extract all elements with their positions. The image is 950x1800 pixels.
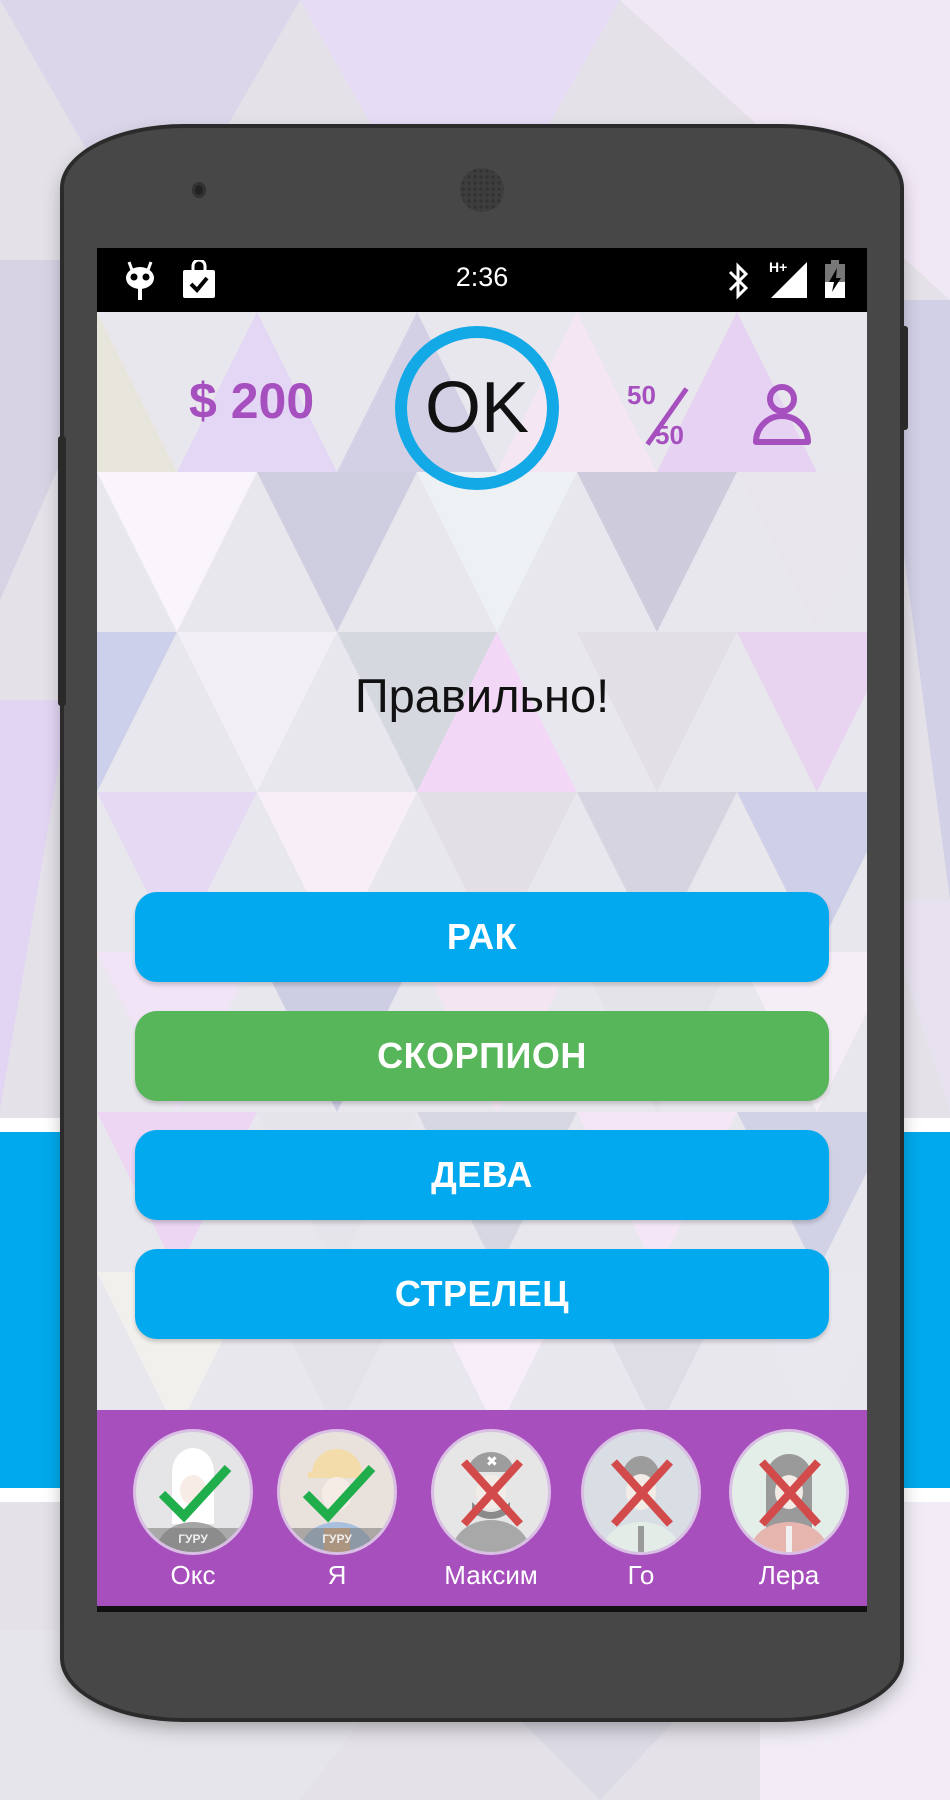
- timer-ok-button[interactable]: OK: [395, 326, 559, 490]
- check-icon: [158, 1464, 232, 1523]
- player-item[interactable]: ГУРУ Я: [277, 1432, 397, 1591]
- fifty-bottom: 50: [655, 420, 684, 450]
- power-button: [900, 326, 908, 430]
- phone-screen: 2:36 H+ $ 200 OK 50 50 Правильно! РАК СК…: [97, 248, 867, 1606]
- player-item[interactable]: Лера: [729, 1432, 849, 1591]
- clock: 2:36: [455, 262, 509, 292]
- bluetooth-icon: [727, 262, 751, 305]
- player-name: Я: [327, 1560, 347, 1590]
- volume-button: [58, 436, 66, 706]
- player-item[interactable]: ✖ Максим: [431, 1432, 551, 1591]
- svg-text:H+: H+: [769, 259, 787, 275]
- players-bar: ГУРУ Окс ГУРУ Я ✖ Максим Го Лера: [97, 1410, 867, 1606]
- avatar: ГУРУ: [280, 1432, 394, 1552]
- front-camera: [192, 182, 206, 198]
- player-item[interactable]: Го: [581, 1432, 701, 1591]
- player-name: Максим: [444, 1560, 538, 1590]
- avatar: [584, 1432, 698, 1552]
- answer-button-1[interactable]: РАК: [135, 892, 829, 982]
- cross-icon: [461, 1459, 523, 1527]
- check-icon: [302, 1464, 376, 1523]
- prize-amount: $ 200: [189, 373, 315, 429]
- player-item[interactable]: ГУРУ Окс: [133, 1432, 253, 1591]
- timer-label: OK: [424, 368, 530, 448]
- cross-icon: [611, 1459, 673, 1527]
- game-header: $ 200 OK 50 50: [97, 312, 867, 490]
- avatar: ✖: [434, 1432, 548, 1552]
- answer-button-4[interactable]: СТРЕЛЕЦ: [135, 1249, 829, 1339]
- answer-list: РАК СКОРПИОН ДЕВА СТРЕЛЕЦ: [135, 892, 829, 1368]
- battery-charging-icon: [823, 258, 847, 305]
- fifty-top: 50: [627, 380, 656, 410]
- avatar: [732, 1432, 846, 1552]
- quiz-screen: $ 200 OK 50 50 Правильно! РАК СКОРПИОН Д…: [97, 312, 867, 1606]
- screen-bottom-edge: [97, 1606, 867, 1612]
- answer-button-3[interactable]: ДЕВА: [135, 1130, 829, 1220]
- player-name: Го: [627, 1560, 655, 1590]
- person-icon[interactable]: [751, 382, 813, 455]
- result-message: Правильно!: [354, 669, 610, 722]
- player-name: Окс: [170, 1560, 216, 1590]
- answer-button-2-correct[interactable]: СКОРПИОН: [135, 1011, 829, 1101]
- avatar: ГУРУ: [136, 1432, 250, 1552]
- status-bar: 2:36 H+: [97, 248, 867, 312]
- earpiece-speaker: [460, 168, 504, 212]
- cross-icon: [759, 1459, 821, 1527]
- fifty-fifty-lifeline[interactable]: 50 50: [627, 380, 691, 452]
- player-name: Лера: [758, 1560, 820, 1590]
- signal-hplus-icon: H+: [769, 258, 809, 305]
